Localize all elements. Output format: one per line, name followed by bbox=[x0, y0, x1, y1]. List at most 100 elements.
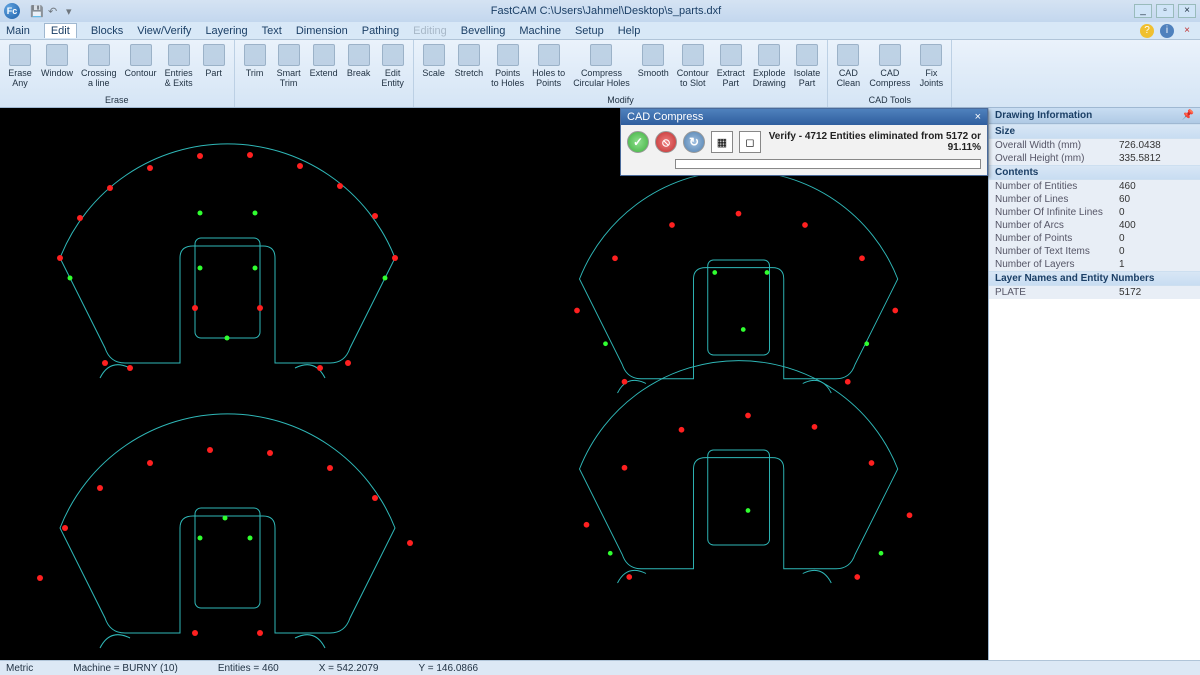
dialog-title-bar[interactable]: CAD Compress × bbox=[621, 109, 987, 125]
fix-joints-button[interactable]: Fix Joints bbox=[915, 42, 947, 94]
close-button[interactable]: × bbox=[1178, 4, 1196, 18]
break-icon bbox=[348, 44, 370, 66]
break-button[interactable]: Break bbox=[343, 42, 375, 104]
info-value: 726.0438 bbox=[1119, 140, 1194, 151]
info-key: PLATE bbox=[995, 287, 1119, 298]
dialog-message: Verify - 4712 Entities eliminated from 5… bbox=[767, 131, 981, 153]
erase-window-button[interactable]: Window bbox=[38, 42, 76, 94]
tab-bevelling[interactable]: Bevelling bbox=[461, 25, 506, 37]
window-title: FastCAM C:\Users\Jahmel\Desktop\s_parts.… bbox=[78, 5, 1134, 17]
info-value: 1 bbox=[1119, 259, 1194, 270]
qat-dropdown-icon[interactable]: ▾ bbox=[66, 5, 78, 17]
info-value: 0 bbox=[1119, 207, 1194, 218]
status-units: Metric bbox=[6, 663, 33, 674]
drawing-canvas[interactable] bbox=[0, 108, 988, 660]
accept-button[interactable]: ✓ bbox=[627, 131, 649, 153]
ribbon: Erase Any Window Crossing a line Contour… bbox=[0, 40, 1200, 108]
cad-compress-dialog[interactable]: CAD Compress × ✓ ⦸ ↻ ▦ ◻ Verify - 4712 E… bbox=[620, 108, 988, 176]
status-x: X = 542.2079 bbox=[319, 663, 379, 674]
crossing-icon bbox=[88, 44, 110, 66]
erase-part-button[interactable]: Part bbox=[198, 42, 230, 94]
erase-entries-exits-button[interactable]: Entries & Exits bbox=[162, 42, 196, 94]
info-row: Number of Entities460 bbox=[989, 180, 1200, 193]
tab-text[interactable]: Text bbox=[262, 25, 282, 37]
ribbon-group-trim: Trim Smart Trim Extend Break Edit Entity bbox=[235, 40, 414, 107]
zoom-tool-button[interactable]: ◻ bbox=[739, 131, 761, 153]
trim-icon bbox=[244, 44, 266, 66]
reject-button[interactable]: ⦸ bbox=[655, 131, 677, 153]
stretch-button[interactable]: Stretch bbox=[452, 42, 487, 94]
tab-blocks[interactable]: Blocks bbox=[91, 25, 123, 37]
tab-dimension[interactable]: Dimension bbox=[296, 25, 348, 37]
info-icon[interactable]: i bbox=[1160, 24, 1174, 38]
erase-any-button[interactable]: Erase Any bbox=[4, 42, 36, 94]
close-ribbon-icon[interactable]: × bbox=[1180, 24, 1194, 38]
extract-part-icon bbox=[720, 44, 742, 66]
panel-header: Drawing Information 📌 bbox=[989, 108, 1200, 124]
group-label-modify: Modify bbox=[418, 94, 824, 105]
status-y: Y = 146.0866 bbox=[418, 663, 478, 674]
holes-to-points-button[interactable]: Holes to Points bbox=[529, 42, 568, 94]
quick-access-toolbar: 💾 ↶ ▾ bbox=[30, 5, 78, 17]
erase-contour-button[interactable]: Contour bbox=[122, 42, 160, 94]
cad-clean-button[interactable]: CAD Clean bbox=[832, 42, 864, 94]
explode-drawing-button[interactable]: Explode Drawing bbox=[750, 42, 789, 94]
info-value: 60 bbox=[1119, 194, 1194, 205]
compress-holes-icon bbox=[590, 44, 612, 66]
section-contents: Contents bbox=[989, 165, 1200, 180]
tab-pathing[interactable]: Pathing bbox=[362, 25, 399, 37]
window-buttons: _ ▫ × bbox=[1134, 4, 1196, 18]
info-row: Overall Width (mm)726.0438 bbox=[989, 139, 1200, 152]
tab-edit[interactable]: Edit bbox=[44, 23, 77, 38]
select-tool-button[interactable]: ▦ bbox=[711, 131, 733, 153]
erase-crossing-button[interactable]: Crossing a line bbox=[78, 42, 120, 94]
entries-exits-icon bbox=[168, 44, 190, 66]
edit-entity-button[interactable]: Edit Entity bbox=[377, 42, 409, 104]
minimize-button[interactable]: _ bbox=[1134, 4, 1152, 18]
extend-button[interactable]: Extend bbox=[307, 42, 341, 104]
maximize-button[interactable]: ▫ bbox=[1156, 4, 1174, 18]
app-icon: Fc bbox=[4, 3, 20, 19]
isolate-part-button[interactable]: Isolate Part bbox=[791, 42, 824, 94]
dialog-close-icon[interactable]: × bbox=[975, 111, 981, 123]
ribbon-group-cad-tools: CAD Clean CAD Compress Fix Joints CAD To… bbox=[828, 40, 952, 107]
refresh-button[interactable]: ↻ bbox=[683, 131, 705, 153]
extend-icon bbox=[313, 44, 335, 66]
contour-to-slot-button[interactable]: Contour to Slot bbox=[674, 42, 712, 94]
tab-help[interactable]: Help bbox=[618, 25, 641, 37]
edit-entity-icon bbox=[382, 44, 404, 66]
holes-to-points-icon bbox=[538, 44, 560, 66]
extract-part-button[interactable]: Extract Part bbox=[714, 42, 748, 94]
tab-main[interactable]: Main bbox=[6, 25, 30, 37]
contour-icon bbox=[130, 44, 152, 66]
tab-layering[interactable]: Layering bbox=[205, 25, 247, 37]
info-key: Number Of Infinite Lines bbox=[995, 207, 1119, 218]
smooth-button[interactable]: Smooth bbox=[635, 42, 672, 94]
cad-compress-button[interactable]: CAD Compress bbox=[866, 42, 913, 94]
smart-trim-button[interactable]: Smart Trim bbox=[273, 42, 305, 104]
tab-setup[interactable]: Setup bbox=[575, 25, 604, 37]
explode-icon bbox=[758, 44, 780, 66]
status-entities: Entities = 460 bbox=[218, 663, 279, 674]
info-value: 335.5812 bbox=[1119, 153, 1194, 164]
info-value: 0 bbox=[1119, 246, 1194, 257]
pin-icon[interactable]: 📌 bbox=[1182, 110, 1194, 121]
points-to-holes-button[interactable]: Points to Holes bbox=[488, 42, 527, 94]
info-key: Number of Entities bbox=[995, 181, 1119, 192]
info-value: 460 bbox=[1119, 181, 1194, 192]
info-row: Number of Lines60 bbox=[989, 193, 1200, 206]
help-icon[interactable]: ? bbox=[1140, 24, 1154, 38]
points-to-holes-icon bbox=[497, 44, 519, 66]
info-row: Overall Height (mm)335.5812 bbox=[989, 152, 1200, 165]
scale-button[interactable]: Scale bbox=[418, 42, 450, 94]
qat-undo-icon[interactable]: ↶ bbox=[48, 5, 60, 17]
tab-view-verify[interactable]: View/Verify bbox=[137, 25, 191, 37]
compress-holes-button[interactable]: Compress Circular Holes bbox=[570, 42, 633, 94]
erase-any-icon bbox=[9, 44, 31, 66]
info-row: Number of Text Items0 bbox=[989, 245, 1200, 258]
info-value: 5172 bbox=[1119, 287, 1194, 298]
qat-save-icon[interactable]: 💾 bbox=[30, 5, 42, 17]
tab-machine[interactable]: Machine bbox=[519, 25, 561, 37]
trim-button[interactable]: Trim bbox=[239, 42, 271, 104]
group-label-trim bbox=[239, 104, 409, 105]
